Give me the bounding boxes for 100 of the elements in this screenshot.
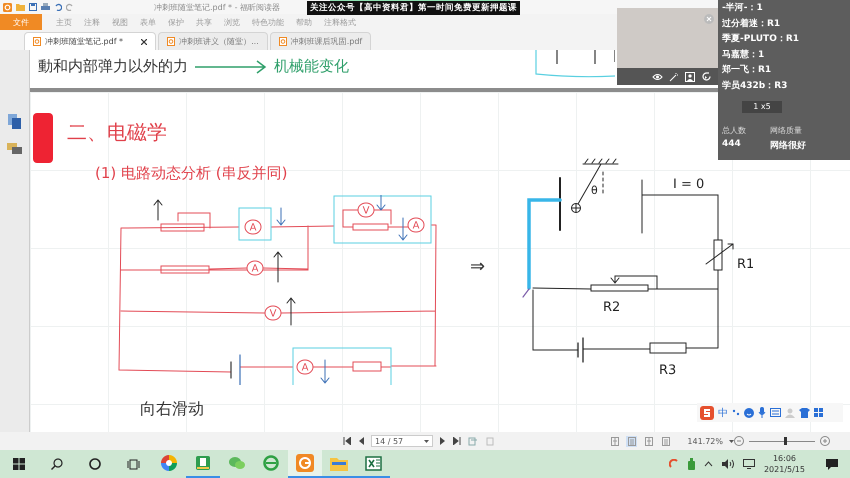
arrow-drawing [376,195,386,211]
subheading: (1) 电路动态分析 (串反并同) [95,163,288,183]
angle-label: θ [591,184,598,197]
zoom-slider[interactable] [749,436,815,446]
close-icon[interactable] [141,38,148,44]
menu-item[interactable]: 特色功能 [246,14,290,30]
keyboard-icon[interactable] [770,408,781,417]
current-label: I = 0 [673,177,704,192]
view-mode-button[interactable] [643,436,654,446]
meter-symbol: A [408,218,424,232]
color-wheel-icon [161,455,177,471]
stat-value: 444 [722,139,742,149]
undo-icon[interactable] [54,3,62,11]
ime-logo-icon[interactable] [700,406,714,420]
menu-item[interactable]: 注释格式 [318,14,362,30]
app-tile-icon [296,454,314,472]
grid-icon[interactable] [814,408,823,417]
tab-label: 冲刺班讲义（随堂）... [179,36,259,47]
menu-item[interactable]: 共享 [190,14,218,30]
chat-message: 过分着迷：R1 [722,17,782,30]
shirt-icon[interactable] [799,408,810,418]
view-mode-button[interactable] [609,436,620,446]
spreadsheet-icon [364,456,382,470]
magic-wand-button[interactable] [669,72,679,82]
stat-value: 网络很好 [770,140,806,152]
section-heading: 二、电磁学 [67,119,167,146]
caret-icon[interactable] [729,440,734,442]
document-tab[interactable]: 冲刺班课后巩固.pdf [270,32,372,50]
rotate-button[interactable] [701,71,712,82]
pages-icon[interactable] [8,114,22,129]
comments-icon[interactable] [6,143,22,156]
task-view-icon [126,458,140,470]
last-page-icon[interactable] [453,437,461,445]
zoom-out-icon[interactable] [734,436,744,446]
document-tab[interactable]: 冲刺班讲义（随堂）... [158,32,268,50]
view-mode-button[interactable] [660,436,672,446]
next-page-icon[interactable] [440,437,446,445]
search-icon [51,458,63,470]
usb-drive-icon[interactable] [688,458,695,470]
arrow-drawing [274,251,282,282]
tab-label: 冲刺班随堂笔记.pdf * [45,36,124,47]
resistor-label: R3 [659,363,676,378]
caret-icon [424,440,429,442]
chat-message: 马嘉慧：1 [722,48,766,62]
microphone-icon[interactable] [758,407,766,418]
meter-symbol: A [246,260,264,276]
eye-button[interactable] [652,72,663,82]
punctuation-icon[interactable] [732,408,740,416]
meter-symbol: V [264,306,282,320]
folder-icon [330,456,348,470]
resistor-label: R2 [603,300,620,315]
pdf-file-icon [167,37,176,46]
view-mode-button[interactable] [626,436,638,446]
circle-icon [89,458,101,470]
portrait-button[interactable] [685,72,695,82]
stat-label: 总人数 [722,125,746,136]
chat-bubbles-icon [228,455,246,471]
meter-symbol: A [296,360,314,374]
menu-item[interactable]: 文件 [0,14,42,30]
handwritten-caption: 向右滑动 [140,399,205,420]
menu-item[interactable]: 主页 [50,14,78,30]
clock-date: 2021/5/15 [764,464,805,475]
document-tab[interactable]: 冲刺班随堂笔记.pdf * [24,32,156,50]
pdf-file-icon [278,37,287,46]
section-marker [33,113,53,163]
menu-item[interactable]: 保护 [162,14,190,30]
menu-item[interactable]: 注释 [78,14,106,30]
document-app-icon [195,455,211,471]
previous-page-icon[interactable] [358,437,364,445]
volume-icon[interactable] [722,459,734,469]
smiley-icon[interactable] [744,408,754,418]
menu-item[interactable]: 表单 [134,14,162,30]
arrow-drawing [276,208,286,226]
input-method-icon[interactable] [668,459,679,469]
resistor-label: R1 [737,257,754,272]
globe-icon [263,455,279,471]
window-title: 冲刺班随堂笔记.pdf * - 福昕阅读器 [154,2,280,12]
taskbar-app-button[interactable] [288,450,322,478]
tab-label: 冲刺班课后巩固.pdf [290,36,362,47]
chevron-up-icon[interactable] [704,461,713,467]
handwritten-note: 机械能变化 [274,56,349,76]
save-icon[interactable] [29,3,37,11]
network-icon[interactable] [742,459,755,469]
zoom-in-icon[interactable] [820,436,830,446]
menu-item[interactable]: 视图 [106,14,134,30]
chat-message: 季夏-PLUTO：R1 [722,32,800,46]
print-icon[interactable] [41,3,50,11]
meter-symbol: V [358,202,374,218]
windows-logo-icon [13,458,25,470]
app-logo-icon [3,2,12,12]
slider-thumb[interactable] [784,437,788,445]
menu-item[interactable]: 浏览 [218,14,246,30]
ime-mode-button[interactable]: 中 [718,406,728,420]
arrow-drawing [320,360,330,384]
first-page-icon[interactable] [343,437,351,445]
menu-item[interactable]: 帮助 [290,14,318,30]
page-number-field[interactable]: 14 / 57 [371,435,433,447]
notification-icon[interactable] [826,458,838,470]
arrow-drawing [154,199,162,220]
clock-time: 16:06 [772,453,796,464]
